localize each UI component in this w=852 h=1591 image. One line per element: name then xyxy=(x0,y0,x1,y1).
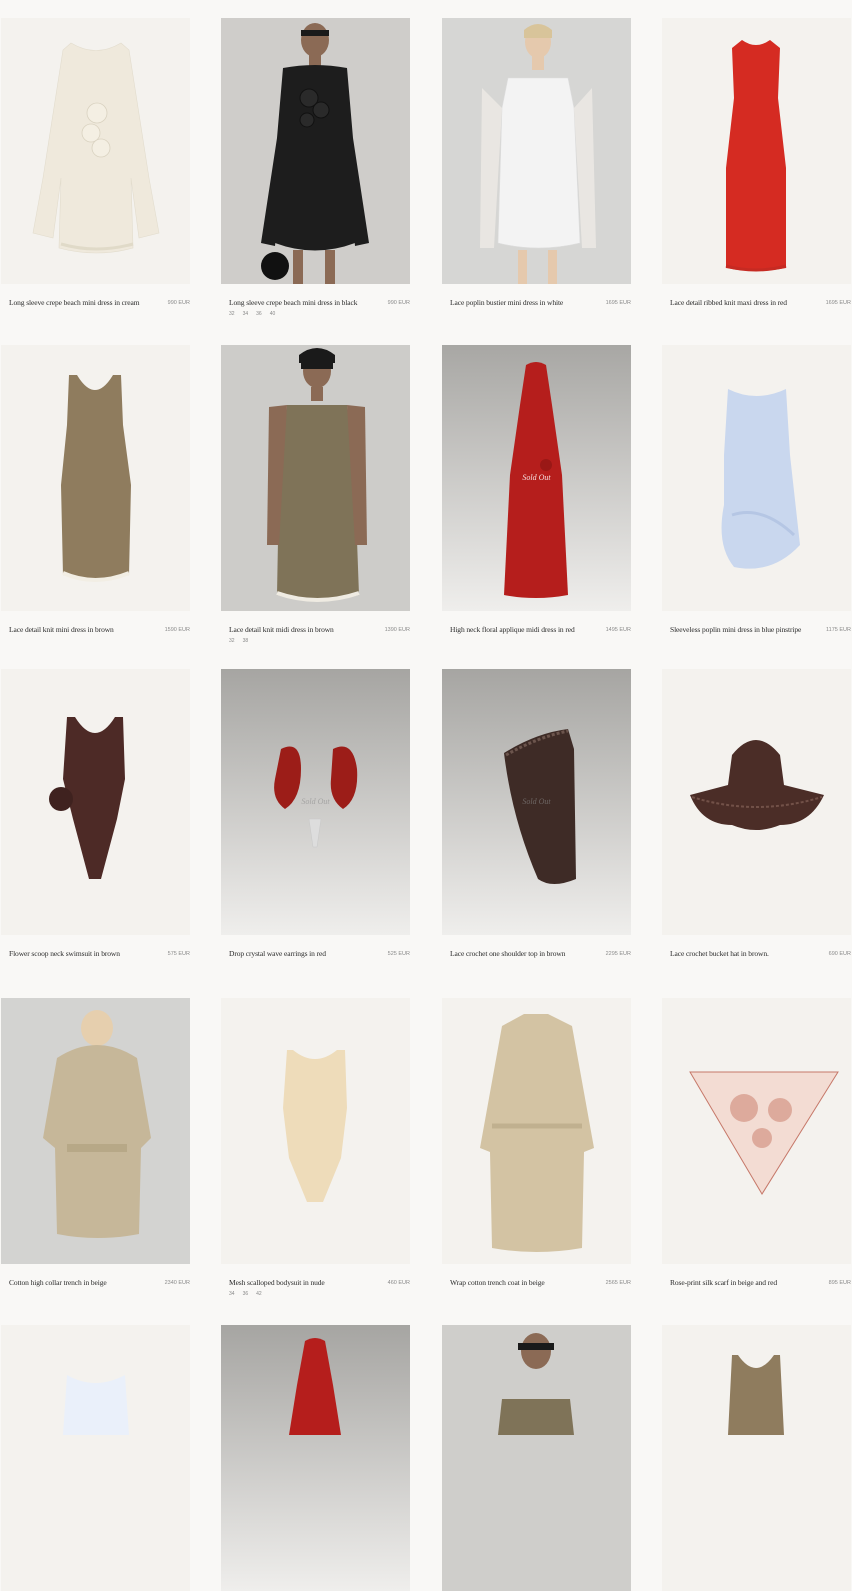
product-image[interactable] xyxy=(1,1325,190,1591)
product-name[interactable]: Long sleeve crepe beach mini dress in cr… xyxy=(9,298,140,307)
product-name[interactable]: Cotton high collar trench in beige xyxy=(9,1278,107,1287)
product-image[interactable] xyxy=(221,345,410,611)
blue-pinstripe-mini-dress-image xyxy=(662,345,851,611)
brown-swimsuit-image xyxy=(1,669,190,935)
product-price: 575 EUR xyxy=(167,951,190,957)
product-name[interactable]: Lace poplin bustier mini dress in white xyxy=(450,298,563,307)
product-image[interactable] xyxy=(1,998,190,1264)
product-price: 1695 EUR xyxy=(605,300,631,306)
product-price: 1590 EUR xyxy=(164,627,190,633)
product-name[interactable]: Sleeveless poplin mini dress in blue pin… xyxy=(670,625,801,634)
product-price: 2340 EUR xyxy=(164,1280,190,1286)
red-halter-dress-image xyxy=(221,1325,410,1591)
product-image[interactable] xyxy=(442,998,631,1264)
product-name[interactable]: High neck floral applique midi dress in … xyxy=(450,625,575,634)
product-price: 525 EUR xyxy=(387,951,410,957)
red-maxi-dress-image xyxy=(662,18,851,284)
white-bustier-dress-model-image xyxy=(442,18,631,284)
size-option[interactable]: 36 xyxy=(256,311,262,317)
product-price: 1495 EUR xyxy=(605,627,631,633)
product-name[interactable]: Lace crochet one shoulder top in brown xyxy=(450,949,565,958)
product-name[interactable]: Rose-print silk scarf in beige and red xyxy=(670,1278,777,1287)
product-image[interactable] xyxy=(662,18,851,284)
brown-knit-dress-image xyxy=(662,1325,851,1591)
product-price: 2295 EUR xyxy=(605,951,631,957)
product-name[interactable]: Drop crystal wave earrings in red xyxy=(229,949,326,958)
size-option[interactable]: 32 xyxy=(229,638,235,644)
white-swimsuit-image xyxy=(1,1325,190,1591)
product-image[interactable] xyxy=(662,998,851,1264)
product-price: 1175 EUR xyxy=(826,627,851,633)
product-price: 1390 EUR xyxy=(384,627,410,633)
size-option[interactable]: 34 xyxy=(229,1291,235,1297)
sold-out-label: Sold Out xyxy=(522,473,551,482)
product-image[interactable] xyxy=(442,1325,631,1591)
size-option[interactable]: 36 xyxy=(243,1291,249,1297)
product-image[interactable]: Sold Out xyxy=(442,345,631,611)
product-price: 990 EUR xyxy=(387,300,410,306)
size-option[interactable]: 34 xyxy=(243,311,249,317)
product-image[interactable] xyxy=(662,345,851,611)
product-name[interactable]: Lace detail knit mini dress in brown xyxy=(9,625,114,634)
product-price: 690 EUR xyxy=(828,951,851,957)
brown-crochet-bucket-hat-image xyxy=(662,669,851,935)
product-name[interactable]: Wrap cotton trench coat in beige xyxy=(450,1278,545,1287)
size-option[interactable]: 38 xyxy=(243,638,249,644)
product-name[interactable]: Mesh scalloped bodysuit in nude xyxy=(229,1278,325,1287)
product-image[interactable] xyxy=(1,345,190,611)
product-price: 460 EUR xyxy=(387,1280,410,1286)
black-mini-dress-model-image xyxy=(221,18,410,284)
product-image[interactable] xyxy=(221,18,410,284)
beige-wrap-trench-coat-image xyxy=(442,998,631,1264)
nude-bodysuit-image xyxy=(221,998,410,1264)
product-image[interactable] xyxy=(662,1325,851,1591)
product-image[interactable]: Sold Out xyxy=(442,669,631,935)
product-name[interactable]: Lace crochet bucket hat in brown. xyxy=(670,949,769,958)
size-list: 34 36 42 xyxy=(229,1291,270,1297)
product-price: 990 EUR xyxy=(167,300,190,306)
product-grid: Long sleeve crepe beach mini dress in cr… xyxy=(0,0,852,1591)
product-image[interactable] xyxy=(221,1325,410,1591)
product-image[interactable] xyxy=(442,18,631,284)
sold-out-label: Sold Out xyxy=(522,797,551,806)
product-image[interactable] xyxy=(1,669,190,935)
rose-print-silk-scarf-image xyxy=(662,998,851,1264)
product-price: 895 EUR xyxy=(828,1280,851,1286)
size-option[interactable]: 40 xyxy=(270,311,276,317)
product-image[interactable]: Sold Out xyxy=(221,669,410,935)
product-name[interactable]: Lace detail knit midi dress in brown xyxy=(229,625,334,634)
product-image[interactable] xyxy=(662,669,851,935)
brown-knit-mini-dress-image xyxy=(1,345,190,611)
brown-knit-midi-dress-model-image xyxy=(221,345,410,611)
size-option[interactable]: 32 xyxy=(229,311,235,317)
product-name[interactable]: Lace detail ribbed knit maxi dress in re… xyxy=(670,298,787,307)
product-price: 2565 EUR xyxy=(605,1280,631,1286)
product-image[interactable] xyxy=(221,998,410,1264)
size-list: 32 38 xyxy=(229,638,256,644)
model-knit-top-image xyxy=(442,1325,631,1591)
size-option[interactable]: 42 xyxy=(256,1291,262,1297)
product-image[interactable] xyxy=(1,18,190,284)
beige-trench-model-image xyxy=(1,998,190,1264)
cream-mini-dress-image xyxy=(1,18,190,284)
product-name[interactable]: Flower scoop neck swimsuit in brown xyxy=(9,949,120,958)
product-name[interactable]: Long sleeve crepe beach mini dress in bl… xyxy=(229,298,357,307)
size-list: 32 34 36 40 xyxy=(229,311,283,317)
sold-out-label: Sold Out xyxy=(301,797,330,806)
product-price: 1695 EUR xyxy=(825,300,851,306)
